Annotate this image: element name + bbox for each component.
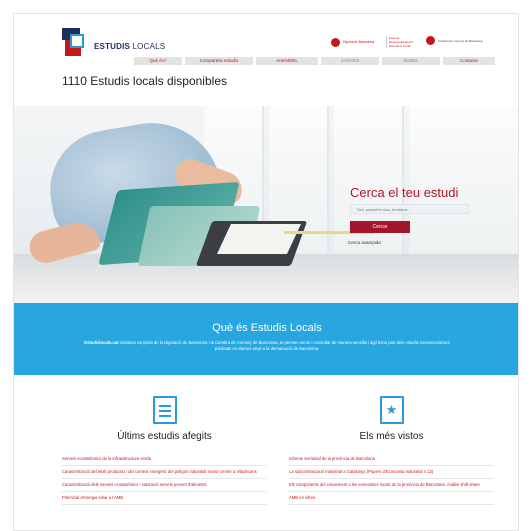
about-title: Què és Estudis Locals: [212, 322, 322, 334]
site-name[interactable]: ESTUDIS LOCALS: [94, 42, 165, 51]
latest-item[interactable]: Caracterització dels serveis ecosistèmic…: [62, 479, 267, 492]
search-button[interactable]: Cercar: [350, 221, 410, 233]
latest-title: Últims estudis afegits: [117, 431, 212, 442]
advanced-search-link[interactable]: Cerca avançada: [348, 240, 381, 245]
about-text: Estudislocals.cat iniciativa conjunta de…: [84, 340, 450, 351]
latest-item[interactable]: Serveis ecosistèmics de la infraestructu…: [62, 453, 267, 466]
document-icon: [152, 396, 177, 424]
estudis-locals-logo[interactable]: [62, 28, 88, 58]
popular-item[interactable]: Informe territorial de la província de B…: [289, 453, 494, 466]
popular-item[interactable]: Els components del creixement a les econ…: [289, 479, 494, 492]
nav-xarxes[interactable]: XARXES: [321, 57, 379, 65]
cambra-emblem-icon: [426, 36, 435, 45]
nav-sodel[interactable]: SODEL: [382, 57, 440, 65]
latest-item[interactable]: Potencial d'energia solar a l'AMB: [62, 492, 267, 505]
nav-que-es[interactable]: Què és?: [134, 57, 182, 65]
nav-comparteix[interactable]: Comparteix estudis: [185, 57, 253, 65]
cambra-logo[interactable]: Cambra de Comerç de Barcelona: [426, 36, 490, 45]
search-input[interactable]: [350, 204, 469, 214]
page: ESTUDIS LOCALS Diputació Barcelona Àrea …: [13, 13, 519, 531]
latest-item[interactable]: Caracterització del teixit productiu i d…: [62, 466, 267, 479]
search-title: Cerca el teu estudi: [350, 185, 459, 200]
popular-title: Els més vistos: [359, 431, 424, 442]
popular-item[interactable]: AMB en xifres: [289, 492, 494, 505]
diputacio-emblem-icon: [331, 37, 340, 47]
diputacio-logo[interactable]: Diputació Barcelona Àrea de Desenvolupam…: [331, 36, 420, 48]
latest-studies: Últims estudis afegits Serveis ecosistèm…: [57, 386, 272, 505]
most-viewed: ★ Els més vistos Informe territorial de …: [284, 386, 499, 505]
nav-arees[interactable]: Arees/DEL: [256, 57, 318, 65]
popular-item[interactable]: La subcontractació industrial a Cataluny…: [289, 466, 494, 479]
star-icon: ★: [379, 396, 404, 424]
about-section: Què és Estudis Locals Estudislocals.cat …: [14, 303, 518, 375]
studies-count-title: 1110 Estudis locals disponibles: [62, 74, 227, 88]
nav-contacte[interactable]: Contacte: [443, 57, 495, 65]
main-nav: Què és? Comparteix estudis Arees/DEL XAR…: [134, 57, 495, 65]
